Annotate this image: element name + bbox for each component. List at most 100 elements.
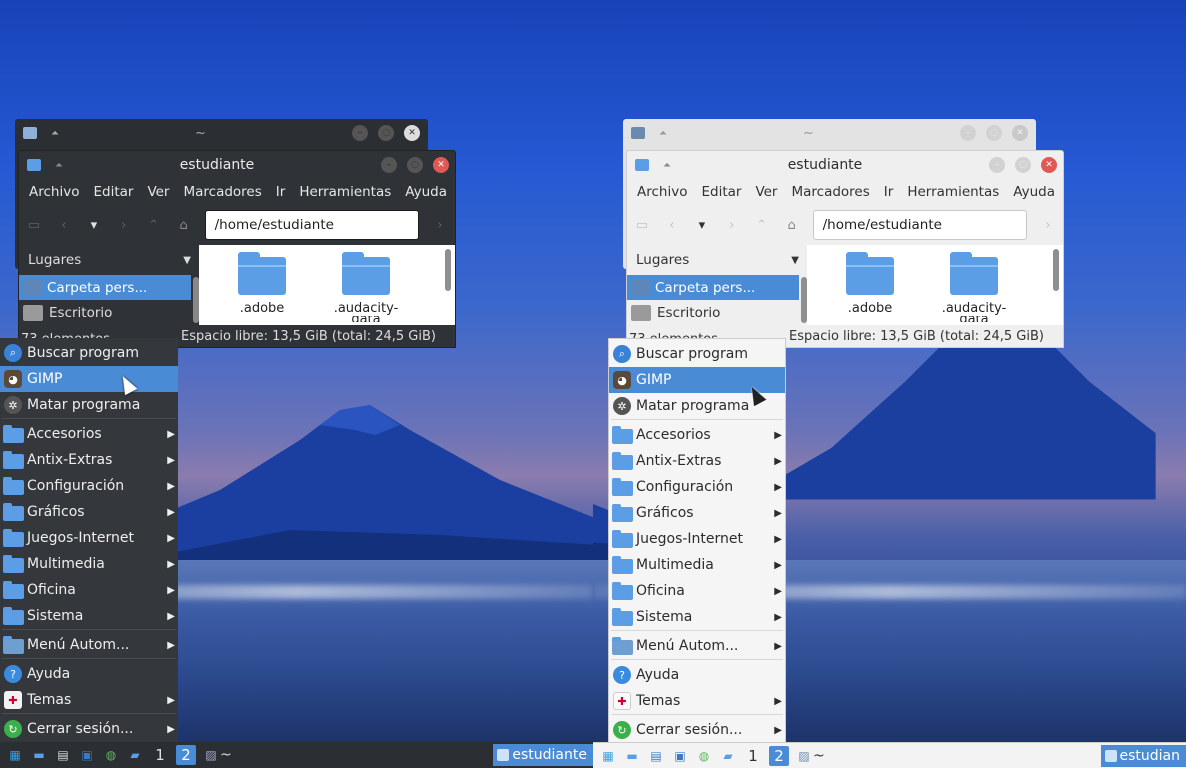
shade-icon[interactable]: ⏶ bbox=[55, 160, 63, 171]
menu-item-search[interactable]: ⌕ Buscar program bbox=[609, 341, 785, 367]
task-tilde[interactable]: ~ bbox=[220, 747, 232, 763]
menu-marcadores[interactable]: Marcadores bbox=[176, 184, 268, 200]
menu-ver[interactable]: Ver bbox=[140, 184, 176, 200]
menu-editar[interactable]: Editar bbox=[86, 184, 140, 200]
sidebar-item-home[interactable]: Carpeta pers... bbox=[19, 275, 191, 300]
maximize-icon[interactable]: ◌ bbox=[407, 157, 423, 173]
task-button-estudiante[interactable]: estudiante bbox=[493, 744, 593, 766]
show-desktop-icon[interactable]: ▬ bbox=[30, 747, 48, 763]
home-icon[interactable]: ⌂ bbox=[175, 218, 193, 233]
menu-item-auto-menu[interactable]: Menú Autom... ▶ bbox=[0, 632, 178, 658]
sidebar-header[interactable]: Lugares bbox=[636, 252, 689, 268]
menu-item-gimp[interactable]: ◕ GIMP bbox=[0, 366, 178, 392]
window-list-icon[interactable]: ▤ bbox=[647, 748, 665, 764]
workspace-1[interactable]: 1 bbox=[150, 745, 170, 765]
shade-icon[interactable]: ⏶ bbox=[659, 128, 667, 139]
task-button-estudiante[interactable]: estudian bbox=[1100, 745, 1186, 767]
go-icon[interactable]: › bbox=[431, 218, 449, 233]
file-manager-icon[interactable]: ▰ bbox=[719, 748, 737, 764]
menu-editar[interactable]: Editar bbox=[694, 184, 748, 200]
menu-item-ayuda[interactable]: ? Ayuda bbox=[609, 662, 785, 688]
menu-herramientas[interactable]: Herramientas bbox=[292, 184, 398, 200]
forward-icon[interactable]: › bbox=[115, 218, 133, 233]
workspace-1[interactable]: 1 bbox=[743, 746, 763, 766]
menu-item-oficina[interactable]: Oficina ▶ bbox=[609, 578, 785, 604]
menu-item-sistema[interactable]: Sistema ▶ bbox=[609, 604, 785, 630]
menu-item-graficos[interactable]: Gráficos ▶ bbox=[0, 499, 178, 525]
sidebar-item-desktop[interactable]: Escritorio bbox=[19, 300, 199, 325]
menu-item-configuracion[interactable]: Configuración ▶ bbox=[0, 473, 178, 499]
workspace-2[interactable]: 2 bbox=[769, 745, 789, 766]
file-manager-window[interactable]: ⏶ estudiante – ◌ ✕ Archivo Editar Ver Ma… bbox=[18, 150, 456, 348]
files-scrollbar[interactable] bbox=[1053, 249, 1059, 291]
menu-item-accesorios[interactable]: Accesorios ▶ bbox=[0, 421, 178, 447]
menu-item-juegos-internet[interactable]: Juegos-Internet ▶ bbox=[609, 526, 785, 552]
menu-item-multimedia[interactable]: Multimedia ▶ bbox=[0, 551, 178, 577]
file-manager-icon[interactable]: ▰ bbox=[126, 747, 144, 763]
menu-item-juegos-internet[interactable]: Juegos-Internet ▶ bbox=[0, 525, 178, 551]
minimize-icon[interactable]: – bbox=[989, 157, 1005, 173]
sidebar-header[interactable]: Lugares bbox=[28, 252, 81, 268]
image-viewer-icon[interactable]: ▨ bbox=[795, 748, 813, 764]
menu-ir[interactable]: Ir bbox=[269, 184, 293, 200]
image-viewer-icon[interactable]: ▨ bbox=[202, 747, 220, 763]
file-item[interactable]: .audacity- data bbox=[331, 245, 401, 325]
terminal-icon[interactable]: ▣ bbox=[78, 747, 96, 763]
chevron-down-icon[interactable]: ▼ bbox=[183, 255, 191, 266]
menu-item-multimedia[interactable]: Multimedia ▶ bbox=[609, 552, 785, 578]
minimize-icon[interactable]: – bbox=[381, 157, 397, 173]
menu-item-antix-extras[interactable]: Antix-Extras ▶ bbox=[0, 447, 178, 473]
maximize-icon[interactable]: ◌ bbox=[1015, 157, 1031, 173]
apps-grid-icon[interactable]: ▦ bbox=[6, 747, 24, 763]
menu-item-temas[interactable]: ✚ Temas ▶ bbox=[0, 687, 178, 713]
menu-ayuda[interactable]: Ayuda bbox=[398, 184, 454, 200]
up-icon[interactable]: ⌃ bbox=[753, 218, 771, 233]
go-icon[interactable]: › bbox=[1039, 218, 1057, 233]
shade-icon[interactable]: ⏶ bbox=[51, 128, 59, 139]
menu-item-accesorios[interactable]: Accesorios ▶ bbox=[609, 422, 785, 448]
menu-ayuda[interactable]: Ayuda bbox=[1006, 184, 1062, 200]
menu-item-graficos[interactable]: Gráficos ▶ bbox=[609, 500, 785, 526]
menu-item-oficina[interactable]: Oficina ▶ bbox=[0, 577, 178, 603]
menu-item-temas[interactable]: ✚ Temas ▶ bbox=[609, 688, 785, 714]
maximize-icon[interactable]: ◌ bbox=[378, 125, 394, 141]
minimize-icon[interactable]: – bbox=[352, 125, 368, 141]
chevron-down-icon[interactable]: ▼ bbox=[791, 255, 799, 266]
menu-item-auto-menu[interactable]: Menú Autom... ▶ bbox=[609, 633, 785, 659]
home-icon[interactable]: ⌂ bbox=[783, 218, 801, 233]
menu-ver[interactable]: Ver bbox=[748, 184, 784, 200]
file-item[interactable]: .adobe bbox=[227, 245, 297, 325]
forward-icon[interactable]: › bbox=[723, 218, 741, 233]
menu-item-search[interactable]: ⌕ Buscar program bbox=[0, 340, 178, 366]
close-icon[interactable]: ✕ bbox=[1012, 125, 1028, 141]
menu-ir[interactable]: Ir bbox=[877, 184, 901, 200]
workspace-2[interactable]: 2 bbox=[176, 745, 196, 765]
show-desktop-icon[interactable]: ▬ bbox=[623, 748, 641, 764]
close-icon[interactable]: ✕ bbox=[433, 157, 449, 173]
file-manager-window[interactable]: ⏶ estudiante – ◌ ✕ Archivo Editar Ver Ma… bbox=[626, 150, 1064, 348]
close-icon[interactable]: ✕ bbox=[1041, 157, 1057, 173]
up-icon[interactable]: ⌃ bbox=[145, 218, 163, 233]
sidebar-item-desktop[interactable]: Escritorio bbox=[627, 300, 807, 325]
browser-icon[interactable]: ◍ bbox=[695, 748, 713, 764]
menu-item-kill[interactable]: ✲ Matar programa bbox=[0, 392, 178, 418]
close-icon[interactable]: ✕ bbox=[404, 125, 420, 141]
menu-item-logout[interactable]: ↻ Cerrar sesión... ▶ bbox=[0, 716, 178, 742]
terminal-icon[interactable]: ▣ bbox=[671, 748, 689, 764]
menu-archivo[interactable]: Archivo bbox=[630, 184, 694, 200]
new-tab-icon[interactable]: ▭ bbox=[25, 218, 43, 233]
menu-herramientas[interactable]: Herramientas bbox=[900, 184, 1006, 200]
task-tilde[interactable]: ~ bbox=[813, 748, 825, 764]
new-tab-icon[interactable]: ▭ bbox=[633, 218, 651, 233]
history-dropdown-icon[interactable]: ▾ bbox=[693, 218, 711, 233]
files-scrollbar[interactable] bbox=[445, 249, 451, 291]
file-item[interactable]: .adobe bbox=[835, 245, 905, 325]
back-icon[interactable]: ‹ bbox=[663, 218, 681, 233]
back-icon[interactable]: ‹ bbox=[55, 218, 73, 233]
address-bar[interactable]: /home/estudiante bbox=[812, 210, 1028, 240]
apps-grid-icon[interactable]: ▦ bbox=[599, 748, 617, 764]
browser-icon[interactable]: ◍ bbox=[102, 747, 120, 763]
menu-marcadores[interactable]: Marcadores bbox=[784, 184, 876, 200]
maximize-icon[interactable]: ◌ bbox=[986, 125, 1002, 141]
menu-item-ayuda[interactable]: ? Ayuda bbox=[0, 661, 178, 687]
